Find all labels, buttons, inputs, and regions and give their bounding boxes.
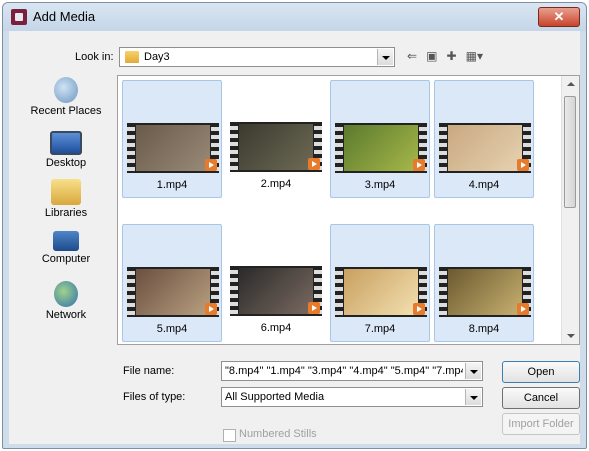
title-bar: Add Media ✕ bbox=[3, 3, 586, 31]
nav-toolbar: ⇐ ▣ ✚ ▦▾ bbox=[407, 49, 489, 65]
file-item[interactable]: 5.mp4 bbox=[122, 224, 222, 342]
play-icon bbox=[308, 158, 320, 170]
video-thumbnail bbox=[335, 267, 427, 317]
file-name: 4.mp4 bbox=[468, 179, 500, 191]
numbered-stills-checkbox[interactable] bbox=[223, 429, 236, 442]
file-item[interactable]: 4.mp4 bbox=[434, 80, 534, 198]
thumbnail-frame bbox=[239, 268, 313, 314]
thumbnail-frame bbox=[136, 125, 210, 171]
file-name: 5.mp4 bbox=[156, 323, 188, 335]
file-item[interactable]: 6.mp4 bbox=[226, 224, 326, 342]
file-name: 6.mp4 bbox=[260, 322, 292, 334]
place-computer[interactable]: Computer bbox=[17, 231, 115, 265]
thumbnail-frame bbox=[344, 125, 418, 171]
numbered-stills-label: Numbered Stills bbox=[239, 428, 317, 440]
view-menu-icon[interactable]: ▦▾ bbox=[466, 49, 483, 63]
vertical-scrollbar[interactable] bbox=[561, 76, 579, 344]
film-strip bbox=[230, 266, 238, 316]
file-item[interactable]: 3.mp4 bbox=[330, 80, 430, 198]
film-strip bbox=[335, 267, 343, 317]
close-button[interactable]: ✕ bbox=[538, 7, 580, 27]
look-in-dropdown[interactable]: Day3 bbox=[119, 47, 395, 67]
network-icon bbox=[54, 281, 78, 307]
play-icon bbox=[517, 303, 529, 315]
folder-icon bbox=[125, 51, 139, 63]
film-strip bbox=[439, 123, 447, 173]
desktop-icon bbox=[50, 131, 82, 155]
place-libraries[interactable]: Libraries bbox=[17, 179, 115, 219]
place-label: Libraries bbox=[44, 207, 88, 219]
look-in-label: Look in: bbox=[75, 51, 114, 63]
video-thumbnail bbox=[439, 267, 531, 317]
scroll-up-icon[interactable] bbox=[562, 76, 579, 93]
dialog-body: Look in: Day3 ⇐ ▣ ✚ ▦▾ Recent Places Des… bbox=[9, 31, 580, 444]
file-type-dropdown[interactable]: All Supported Media bbox=[221, 387, 483, 407]
scrollbar-thumb[interactable] bbox=[564, 96, 576, 208]
libraries-icon bbox=[51, 179, 81, 205]
thumbnail-frame bbox=[448, 125, 522, 171]
app-icon bbox=[11, 9, 27, 25]
up-folder-icon[interactable]: ▣ bbox=[426, 49, 437, 63]
file-type-value: All Supported Media bbox=[225, 391, 325, 403]
file-item[interactable]: 1.mp4 bbox=[122, 80, 222, 198]
new-folder-icon[interactable]: ✚ bbox=[447, 49, 457, 63]
file-name: 2.mp4 bbox=[260, 178, 292, 190]
computer-icon bbox=[53, 231, 79, 251]
film-strip bbox=[439, 267, 447, 317]
import-folder-button[interactable]: Import Folder bbox=[502, 413, 580, 435]
file-name-value: "8.mp4" "1.mp4" "3.mp4" "4.mp4" "5.mp4" … bbox=[225, 365, 463, 377]
play-icon bbox=[413, 159, 425, 171]
file-name-label: File name: bbox=[123, 365, 175, 377]
place-recent-places[interactable]: Recent Places bbox=[17, 77, 115, 117]
chevron-down-icon[interactable] bbox=[377, 49, 393, 65]
play-icon bbox=[205, 303, 217, 315]
thumbnail-frame bbox=[448, 269, 522, 315]
file-type-label: Files of type: bbox=[123, 391, 186, 403]
place-label: Network bbox=[45, 309, 87, 321]
file-name: 7.mp4 bbox=[364, 323, 396, 335]
file-item[interactable]: 2.mp4 bbox=[226, 80, 326, 198]
video-thumbnail bbox=[127, 123, 219, 173]
film-strip bbox=[335, 123, 343, 173]
place-label: Computer bbox=[41, 253, 91, 265]
play-icon bbox=[517, 159, 529, 171]
thumbnail-frame bbox=[239, 124, 313, 170]
play-icon bbox=[413, 303, 425, 315]
place-network[interactable]: Network bbox=[17, 281, 115, 321]
file-name: 3.mp4 bbox=[364, 179, 396, 191]
file-item[interactable]: 7.mp4 bbox=[330, 224, 430, 342]
file-list-view[interactable]: 1.mp4 2.mp4 3.mp4 4.mp4 5.mp4 6.mp4 7.mp4 8.mp4 bbox=[117, 75, 580, 345]
chevron-down-icon[interactable] bbox=[465, 363, 481, 379]
chevron-down-icon[interactable] bbox=[465, 389, 481, 405]
place-label: Desktop bbox=[45, 157, 87, 169]
look-in-value: Day3 bbox=[144, 51, 170, 63]
file-item[interactable]: 8.mp4 bbox=[434, 224, 534, 342]
file-name-field[interactable]: "8.mp4" "1.mp4" "3.mp4" "4.mp4" "5.mp4" … bbox=[221, 361, 483, 381]
place-label: Recent Places bbox=[30, 105, 102, 117]
play-icon bbox=[205, 159, 217, 171]
video-thumbnail bbox=[230, 122, 322, 172]
film-strip bbox=[127, 267, 135, 317]
video-thumbnail bbox=[230, 266, 322, 316]
film-strip bbox=[230, 122, 238, 172]
thumbnail-frame bbox=[136, 269, 210, 315]
add-media-dialog: Add Media ✕ Look in: Day3 ⇐ ▣ ✚ ▦▾ Recen… bbox=[2, 2, 587, 449]
thumbnail-frame bbox=[344, 269, 418, 315]
file-name: 8.mp4 bbox=[468, 323, 500, 335]
video-thumbnail bbox=[335, 123, 427, 173]
video-thumbnail bbox=[127, 267, 219, 317]
play-icon bbox=[308, 302, 320, 314]
places-bar: Recent Places Desktop Libraries Computer… bbox=[17, 75, 115, 345]
film-strip bbox=[127, 123, 135, 173]
file-name: 1.mp4 bbox=[156, 179, 188, 191]
open-button[interactable]: Open bbox=[502, 361, 580, 383]
video-thumbnail bbox=[439, 123, 531, 173]
place-desktop[interactable]: Desktop bbox=[17, 131, 115, 169]
back-icon[interactable]: ⇐ bbox=[407, 49, 417, 63]
scroll-down-icon[interactable] bbox=[562, 327, 579, 344]
cancel-button[interactable]: Cancel bbox=[502, 387, 580, 409]
recent-places-icon bbox=[54, 77, 78, 103]
window-title: Add Media bbox=[33, 9, 96, 24]
